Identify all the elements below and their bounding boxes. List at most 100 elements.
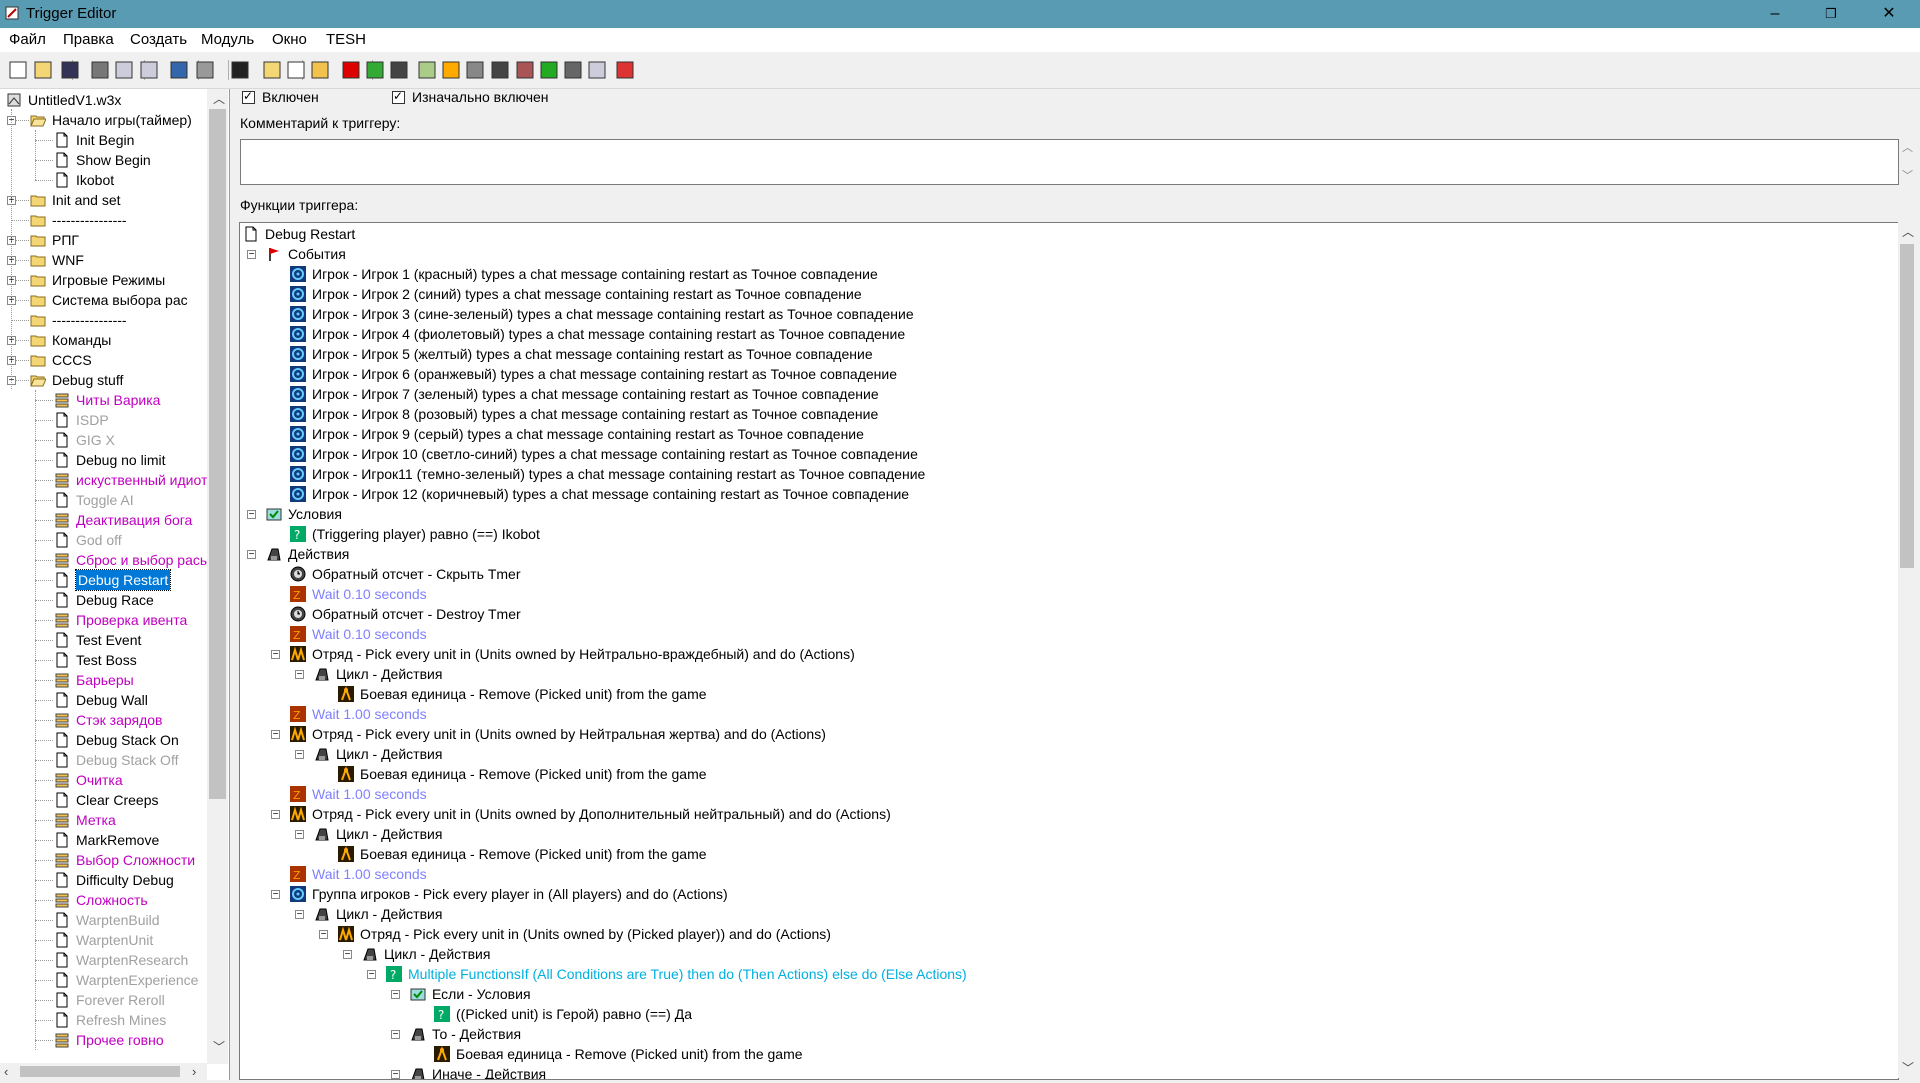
cut-icon[interactable] [89, 59, 111, 81]
campaign-editor-icon[interactable] [514, 59, 536, 81]
tree-horizontal-scrollbar[interactable]: ‹ › [0, 1063, 207, 1080]
function-row[interactable]: Боевая единица - Remove (Picked unit) fr… [240, 764, 1890, 784]
undo-icon[interactable] [168, 59, 190, 81]
tree-item[interactable]: WarptenUnit [0, 930, 207, 950]
tree-item[interactable]: Очитка [0, 770, 207, 790]
function-row[interactable]: Z Wait 1.00 seconds [240, 704, 1890, 724]
tree-item[interactable]: Сложность [0, 890, 207, 910]
function-row[interactable]: Игрок - Игрок 1 (красный) types a chat m… [240, 264, 1890, 284]
function-row[interactable]: ? ((Picked unit) is Герой) равно (==) Да [240, 1004, 1890, 1024]
new-icon[interactable] [7, 59, 29, 81]
trigger-functions-tree[interactable]: Debug Restart − События Игрок - Игрок 1 (кр… [239, 222, 1899, 1080]
tree-item[interactable]: + CCCS [0, 350, 207, 370]
tree-item[interactable]: + Init and set [0, 190, 207, 210]
ai-editor-icon[interactable] [538, 59, 560, 81]
function-row[interactable]: − Цикл - Действия [240, 904, 1890, 924]
delete-icon[interactable] [229, 59, 251, 81]
function-row[interactable]: − Иначе - Действия [240, 1064, 1890, 1079]
function-row[interactable]: Боевая единица - Remove (Picked unit) fr… [240, 1044, 1890, 1064]
function-row[interactable]: Z Wait 1.00 seconds [240, 864, 1890, 884]
collapse-icon[interactable]: − [391, 1070, 400, 1079]
function-row[interactable]: Игрок - Игрок 9 (серый) types a chat mes… [240, 424, 1890, 444]
function-row[interactable]: − Отряд - Pick every unit in (Units owned… [240, 724, 1890, 744]
function-row[interactable]: Игрок - Игрок 2 (синий) types a chat mes… [240, 284, 1890, 304]
tree-item[interactable]: Ikobot [0, 170, 207, 190]
tree-item[interactable]: Toggle AI [0, 490, 207, 510]
function-row[interactable]: Боевая единица - Remove (Picked unit) fr… [240, 684, 1890, 704]
function-row[interactable]: Игрок - Игрок11 (темно-зеленый) types a … [240, 464, 1890, 484]
collapse-icon[interactable]: − [295, 750, 304, 760]
tree-item[interactable]: Читы Варика [0, 390, 207, 410]
tree-vertical-scrollbar[interactable]: ︿ ﹀ [207, 89, 228, 1064]
new-event-icon[interactable] [340, 59, 362, 81]
collapse-icon[interactable]: − [295, 910, 304, 920]
function-row[interactable]: −? Multiple FunctionsIf (All Conditions a… [240, 964, 1890, 984]
menu-module[interactable]: Модуль [201, 31, 254, 48]
function-row[interactable]: − Отряд - Pick every unit in (Units owned… [240, 924, 1890, 944]
tree-item[interactable]: Debug Stack On [0, 730, 207, 750]
collapse-icon[interactable]: − [319, 930, 328, 940]
tree-item[interactable]: Test Event [0, 630, 207, 650]
function-row[interactable]: − Цикл - Действия [240, 664, 1890, 684]
paste-icon[interactable] [138, 59, 160, 81]
tree-item[interactable]: Сброс и выбор расы [0, 550, 210, 570]
trigger-tree[interactable]: UntitledV1.w3x − Начало игры(таймер) Init B… [0, 89, 230, 1080]
tree-item[interactable]: Проверка ивента [0, 610, 207, 630]
function-row[interactable]: ? (Triggering player) равно (==) Ikobot [240, 524, 1890, 544]
tree-item[interactable]: WarptenResearch [0, 950, 207, 970]
tree-item[interactable]: WarptenExperience [0, 970, 207, 990]
tree-item[interactable]: Барьеры [0, 670, 207, 690]
maximize-button[interactable]: ❐ [1808, 0, 1854, 28]
collapse-icon[interactable]: − [271, 890, 280, 900]
function-row[interactable]: Обратный отсчет - Скрыть Tmer [240, 564, 1890, 584]
tree-item[interactable]: ISDP [0, 410, 207, 430]
test-map-icon[interactable] [614, 59, 636, 81]
function-row[interactable]: Игрок - Игрок 7 (зеленый) types a chat m… [240, 384, 1890, 404]
menu-file[interactable]: Файл [9, 31, 46, 48]
close-button[interactable]: ✕ [1866, 0, 1912, 28]
function-row[interactable]: − Отряд - Pick every unit in (Units owned… [240, 804, 1890, 824]
redo-icon[interactable] [194, 59, 216, 81]
tree-item[interactable]: Clear Creeps [0, 790, 207, 810]
comment-scrollbar[interactable]: ︿ ﹀ [1898, 139, 1916, 183]
functions-vertical-scrollbar[interactable]: ︿ ﹀ [1898, 222, 1916, 1078]
tree-item[interactable]: Debug no limit [0, 450, 207, 470]
function-row[interactable]: Игрок - Игрок 4 (фиолетовый) types a cha… [240, 324, 1890, 344]
sound-editor-icon[interactable] [464, 59, 486, 81]
tree-item[interactable]: − Debug stuff [0, 370, 207, 390]
minimize-button[interactable]: – [1752, 0, 1798, 28]
tree-item[interactable]: ---------------- [0, 310, 207, 330]
tree-item[interactable]: Forever Reroll [0, 990, 207, 1010]
function-row[interactable]: Боевая единица - Remove (Picked unit) fr… [240, 844, 1890, 864]
tree-item[interactable]: Init Begin [0, 130, 207, 150]
tree-item[interactable]: + WNF [0, 250, 207, 270]
unit-editor-icon[interactable] [440, 59, 462, 81]
tree-item[interactable]: Show Begin [0, 150, 207, 170]
function-row[interactable]: − Цикл - Действия [240, 824, 1890, 844]
tree-item[interactable]: − Начало игры(таймер) [0, 110, 207, 130]
function-row[interactable]: Игрок - Игрок 5 (желтый) types a chat me… [240, 344, 1890, 364]
function-row[interactable]: − Цикл - Действия [240, 744, 1890, 764]
collapse-icon[interactable]: − [271, 650, 280, 660]
collapse-icon[interactable]: − [247, 510, 256, 520]
function-row[interactable]: − Действия [240, 544, 1890, 564]
tree-item[interactable]: Test Boss [0, 650, 207, 670]
tree-item[interactable]: + Игровые Режимы [0, 270, 207, 290]
object-editor-icon[interactable] [489, 59, 511, 81]
function-row[interactable]: − То - Действия [240, 1024, 1890, 1044]
function-row[interactable]: Z Wait 1.00 seconds [240, 784, 1890, 804]
menu-edit[interactable]: Правка [63, 31, 114, 48]
function-row[interactable]: Игрок - Игрок 6 (оранжевый) types a chat… [240, 364, 1890, 384]
function-row[interactable]: − Отряд - Pick every unit in (Units owned… [240, 644, 1890, 664]
collapse-icon[interactable]: − [367, 970, 376, 980]
function-row[interactable]: − События [240, 244, 1890, 264]
function-row[interactable]: − Условия [240, 504, 1890, 524]
tree-item[interactable]: Выбор Сложности [0, 850, 207, 870]
function-row[interactable]: Игрок - Игрок 8 (розовый) types a chat m… [240, 404, 1890, 424]
tree-item[interactable]: Debug Race [0, 590, 207, 610]
new-comment-icon[interactable] [309, 59, 331, 81]
menu-create[interactable]: Создать [130, 31, 187, 48]
initially-enabled-checkbox[interactable] [392, 89, 405, 104]
tree-item[interactable]: Метка [0, 810, 207, 830]
function-row[interactable]: Debug Restart [240, 224, 1890, 244]
